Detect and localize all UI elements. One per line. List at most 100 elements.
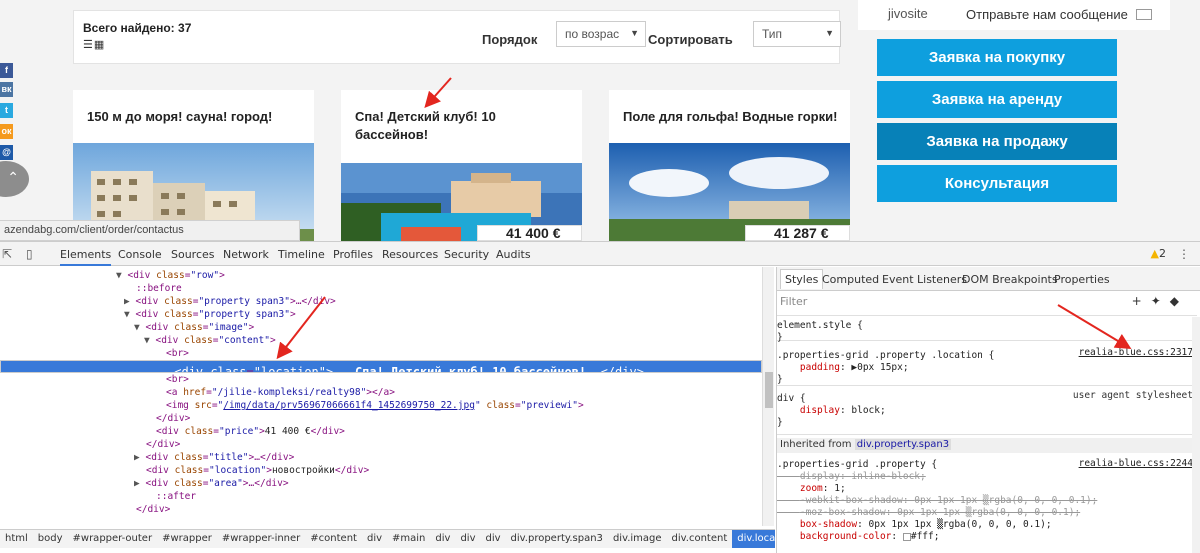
breadcrumb-item-active[interactable]: div.location (732, 530, 775, 548)
dom-node[interactable]: <div class="price">41 400 €</div> (0, 425, 762, 438)
jivosite-message[interactable]: Отправьте нам сообщение (966, 7, 1128, 22)
css-declaration[interactable]: background-color: #fff; (777, 531, 1197, 543)
breadcrumb-item[interactable]: div.image (608, 530, 667, 548)
order-select[interactable]: по возрас ▼ (556, 21, 646, 47)
breadcrumb-item[interactable]: div.property.span3 (506, 530, 608, 548)
css-rule-property[interactable]: realia-blue.css:2244 .properties-grid .p… (777, 457, 1197, 553)
tab-styles[interactable]: Styles (780, 269, 824, 289)
sale-request-button[interactable]: Заявка на продажу (877, 123, 1117, 160)
tab-properties[interactable]: Properties (1054, 273, 1110, 286)
dom-tree-scrollbar[interactable] (762, 267, 774, 526)
odnoklassniki-icon[interactable]: ок (0, 124, 13, 139)
grid-view-icon[interactable]: ▦ (94, 39, 105, 51)
dom-node[interactable]: <a href="/jilie-kompleksi/realty98"></a> (0, 386, 762, 399)
breadcrumb-item[interactable]: #main (387, 530, 430, 548)
tab-timeline[interactable]: Timeline (278, 248, 325, 261)
dom-node[interactable]: </div> (0, 438, 762, 451)
property-title[interactable]: 150 м до моря! сауна! город! (87, 108, 304, 126)
tab-profiles[interactable]: Profiles (333, 248, 373, 261)
breadcrumb-item[interactable]: #wrapper (157, 530, 217, 548)
tab-resources[interactable]: Resources (382, 248, 438, 261)
dom-node[interactable]: ▶ <div class="property span3">…</div> (0, 295, 762, 308)
css-declaration[interactable]: display: block; (777, 405, 1197, 417)
breadcrumb-item[interactable]: div (430, 530, 455, 548)
styles-scrollbar[interactable] (1192, 317, 1200, 553)
dom-node[interactable]: </div> (0, 503, 762, 516)
dom-node[interactable]: ::before (0, 282, 762, 295)
dom-node[interactable]: ▶ <div class="area">…</div> (0, 477, 762, 490)
scroll-to-top-button[interactable]: ⌃ (0, 161, 29, 197)
dom-node[interactable]: ::after (0, 490, 762, 503)
vk-icon[interactable]: вк (0, 82, 13, 97)
twitter-icon[interactable]: t (0, 103, 13, 118)
mail-icon[interactable]: @ (0, 145, 13, 160)
scrollbar-thumb[interactable] (765, 372, 773, 408)
breadcrumb-item[interactable]: #wrapper-inner (217, 530, 305, 548)
breadcrumb-item[interactable]: html (0, 530, 33, 548)
breadcrumb-item[interactable]: div.content (667, 530, 733, 548)
dom-node[interactable]: </div> (0, 412, 762, 425)
stylesheet-link[interactable]: realia-blue.css:2317 (1079, 347, 1193, 358)
warnings-badge[interactable]: ▲2 (1151, 247, 1166, 260)
property-title[interactable]: Спа! Детский клуб! 10 бассейнов! (355, 108, 572, 144)
rent-request-button[interactable]: Заявка на аренду (877, 81, 1117, 118)
pin-icon[interactable]: ✦ (1151, 294, 1170, 308)
sort-select[interactable]: Тип ▼ (753, 21, 841, 47)
tab-network[interactable]: Network (223, 248, 269, 261)
consultation-button[interactable]: Консультация (877, 165, 1117, 202)
dom-node-selected[interactable]: … <div class="location"> Спа! Детский клу… (0, 360, 762, 373)
dom-node[interactable]: <br> (0, 347, 762, 360)
dom-node[interactable]: ▼ <div class="property span3"> (0, 308, 762, 321)
tab-elements[interactable]: Elements (60, 248, 112, 266)
css-declaration[interactable]: padding: ▶0px 15px; (777, 362, 1197, 374)
device-mode-icon[interactable]: ▯ (26, 247, 33, 261)
css-declaration[interactable]: box-shadow: 0px 1px 1px ▒rgba(0, 0, 0, 0… (777, 519, 1197, 531)
css-rule-div[interactable]: user agent stylesheet div { display: blo… (777, 389, 1197, 435)
view-toggle-icons[interactable]: ☰▦ (83, 38, 105, 51)
css-declaration[interactable]: zoom: 1; (777, 483, 1197, 495)
breadcrumb-item[interactable]: body (33, 530, 68, 548)
more-options-icon[interactable]: ⋮ (1178, 247, 1190, 261)
tab-event-listeners[interactable]: Event Listeners (882, 273, 967, 286)
new-rule-icon[interactable]: + (1132, 294, 1151, 308)
breadcrumb-item[interactable]: div (455, 530, 480, 548)
property-title[interactable]: Поле для гольфа! Водные горки! (623, 108, 840, 126)
css-declaration[interactable]: -moz-box-shadow: 0px 1px 1px ▒rgba(0, 0,… (777, 507, 1197, 519)
stylesheet-link[interactable]: realia-blue.css:2244 (1079, 458, 1193, 469)
breadcrumb-item[interactable]: #wrapper-outer (68, 530, 158, 548)
dom-tree[interactable]: ▼ <div class="row"> ::before ▶ <div clas… (0, 267, 762, 526)
css-rule-element-style[interactable]: element.style { } (777, 315, 1197, 343)
tab-dom-breakpoints[interactable]: DOM Breakpoints (962, 273, 1058, 286)
dom-node[interactable]: ▼ <div class="content"> (0, 334, 762, 347)
tab-sources[interactable]: Sources (171, 248, 215, 261)
styles-filter-input[interactable]: Filter (780, 295, 807, 308)
css-declaration[interactable]: -webkit-box-shadow: 0px 1px 1px ▒rgba(0,… (777, 495, 1197, 507)
property-card[interactable]: Поле для гольфа! Водные горки! 41 287 € (609, 90, 850, 241)
dom-node[interactable]: ▶ <div class="title">…</div> (0, 451, 762, 464)
tab-security[interactable]: Security (444, 248, 489, 261)
color-format-icon[interactable]: ◆ (1170, 294, 1188, 308)
breadcrumb-item[interactable]: div (480, 530, 505, 548)
inherited-from-link[interactable]: div.property.span3 (854, 439, 952, 450)
dom-node[interactable]: <br> (0, 373, 762, 386)
breadcrumb-item[interactable]: div (362, 530, 387, 548)
dom-node[interactable]: <img src="/img/data/prv56967066661f4_145… (0, 399, 762, 412)
jivosite-widget[interactable]: jivosite Отправьте нам сообщение (858, 0, 1170, 30)
property-card[interactable]: Спа! Детский клуб! 10 бассейнов! 41 400 … (341, 90, 582, 241)
css-rule-location[interactable]: realia-blue.css:2317 .properties-grid .p… (777, 346, 1197, 386)
list-view-icon[interactable]: ☰ (83, 39, 94, 51)
property-card[interactable]: 150 м до моря! сауна! город! (73, 90, 314, 241)
facebook-icon[interactable]: f (0, 63, 13, 78)
dom-node[interactable]: <div class="location">новостройки</div> (0, 464, 762, 477)
tab-computed[interactable]: Computed (822, 273, 879, 286)
dom-node[interactable]: ▼ <div class="row"> (0, 269, 762, 282)
color-swatch[interactable] (902, 532, 911, 541)
tab-console[interactable]: Console (118, 248, 162, 261)
breadcrumb-item[interactable]: #content (305, 530, 362, 548)
tab-audits[interactable]: Audits (496, 248, 531, 261)
css-declaration[interactable]: display: inline-block; (777, 471, 1197, 483)
image-src-link[interactable]: /img/data/prv56967066661f4_1452699750_22… (223, 400, 475, 411)
purchase-request-button[interactable]: Заявка на покупку (877, 39, 1117, 76)
dom-node[interactable]: ▼ <div class="image"> (0, 321, 762, 334)
inspect-element-icon[interactable]: ⇱ (2, 247, 12, 261)
